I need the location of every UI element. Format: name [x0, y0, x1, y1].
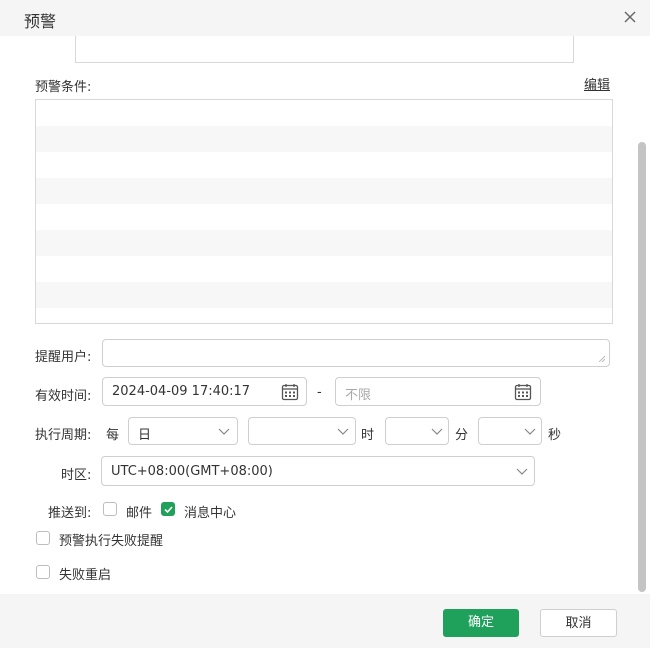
remind-users-input[interactable]: [102, 339, 610, 367]
valid-end-placeholder: 不限: [345, 388, 372, 403]
list-item: [36, 308, 612, 323]
push-mail-checkbox[interactable]: [103, 502, 117, 516]
chevron-down-icon: [431, 428, 443, 435]
timezone-label: 时区:: [61, 468, 92, 483]
check-icon: [164, 506, 173, 514]
cycle-unit-select[interactable]: 日: [128, 417, 238, 445]
timezone-value: UTC+08:00(GMT+08:00): [111, 464, 273, 479]
fail-restart-label: 失败重启: [59, 568, 112, 583]
edit-conditions-link[interactable]: 编辑: [584, 74, 610, 93]
list-item: [36, 152, 612, 178]
dialog-titlebar: 预警: [0, 0, 650, 36]
list-item: [36, 282, 612, 308]
list-item: [36, 230, 612, 256]
list-item: [36, 204, 612, 230]
list-item: [36, 126, 612, 152]
valid-separator: -: [317, 385, 322, 400]
minute-label: 分: [455, 428, 469, 443]
conditions-list: [35, 99, 613, 324]
cycle-every-label: 每: [106, 428, 120, 443]
valid-start-value: 2024-04-09 17:40:17: [112, 384, 251, 399]
scrollbar-thumb[interactable]: [638, 142, 646, 592]
dialog-footer: 确定 取消: [0, 594, 650, 648]
fail-remind-label: 预警执行失败提醒: [59, 534, 164, 549]
hour-label: 时: [361, 428, 375, 443]
cycle-unit-value: 日: [138, 428, 152, 443]
timezone-select[interactable]: UTC+08:00(GMT+08:00): [101, 456, 535, 486]
push-message-label: 消息中心: [184, 506, 237, 521]
dialog-title: 预警: [24, 12, 57, 31]
chevron-down-icon: [337, 428, 349, 435]
conditions-label: 预警条件:: [35, 80, 92, 95]
cancel-button[interactable]: 取消: [540, 609, 617, 637]
dialog-body[interactable]: 预警条件: 编辑 提醒用户: 有效时间: 2024-04-09 17:40:17…: [0, 36, 650, 594]
fail-remind-checkbox[interactable]: [36, 531, 50, 545]
close-icon[interactable]: [620, 7, 640, 27]
calendar-icon[interactable]: [514, 383, 532, 401]
push-label: 推送到:: [48, 506, 92, 521]
list-item: [36, 178, 612, 204]
list-item: [36, 256, 612, 282]
chevron-down-icon: [218, 428, 230, 435]
chevron-down-icon: [516, 468, 528, 475]
hour-select[interactable]: [248, 417, 356, 445]
second-select[interactable]: [478, 417, 542, 445]
second-label: 秒: [548, 428, 562, 443]
list-item: [36, 100, 612, 126]
cycle-label: 执行周期:: [35, 428, 92, 443]
push-mail-label: 邮件: [126, 506, 153, 521]
calendar-icon[interactable]: [281, 383, 299, 401]
resize-handle-icon: [599, 356, 605, 362]
minute-select[interactable]: [385, 417, 449, 445]
push-message-checkbox[interactable]: [161, 502, 175, 516]
valid-end-input[interactable]: 不限: [335, 377, 541, 406]
confirm-button[interactable]: 确定: [443, 609, 519, 637]
valid-start-input[interactable]: 2024-04-09 17:40:17: [102, 377, 307, 406]
chevron-down-icon: [524, 428, 536, 435]
valid-time-label: 有效时间:: [35, 389, 92, 404]
fail-restart-checkbox[interactable]: [36, 565, 50, 579]
description-box[interactable]: [75, 36, 574, 63]
remind-users-label: 提醒用户:: [35, 350, 92, 365]
